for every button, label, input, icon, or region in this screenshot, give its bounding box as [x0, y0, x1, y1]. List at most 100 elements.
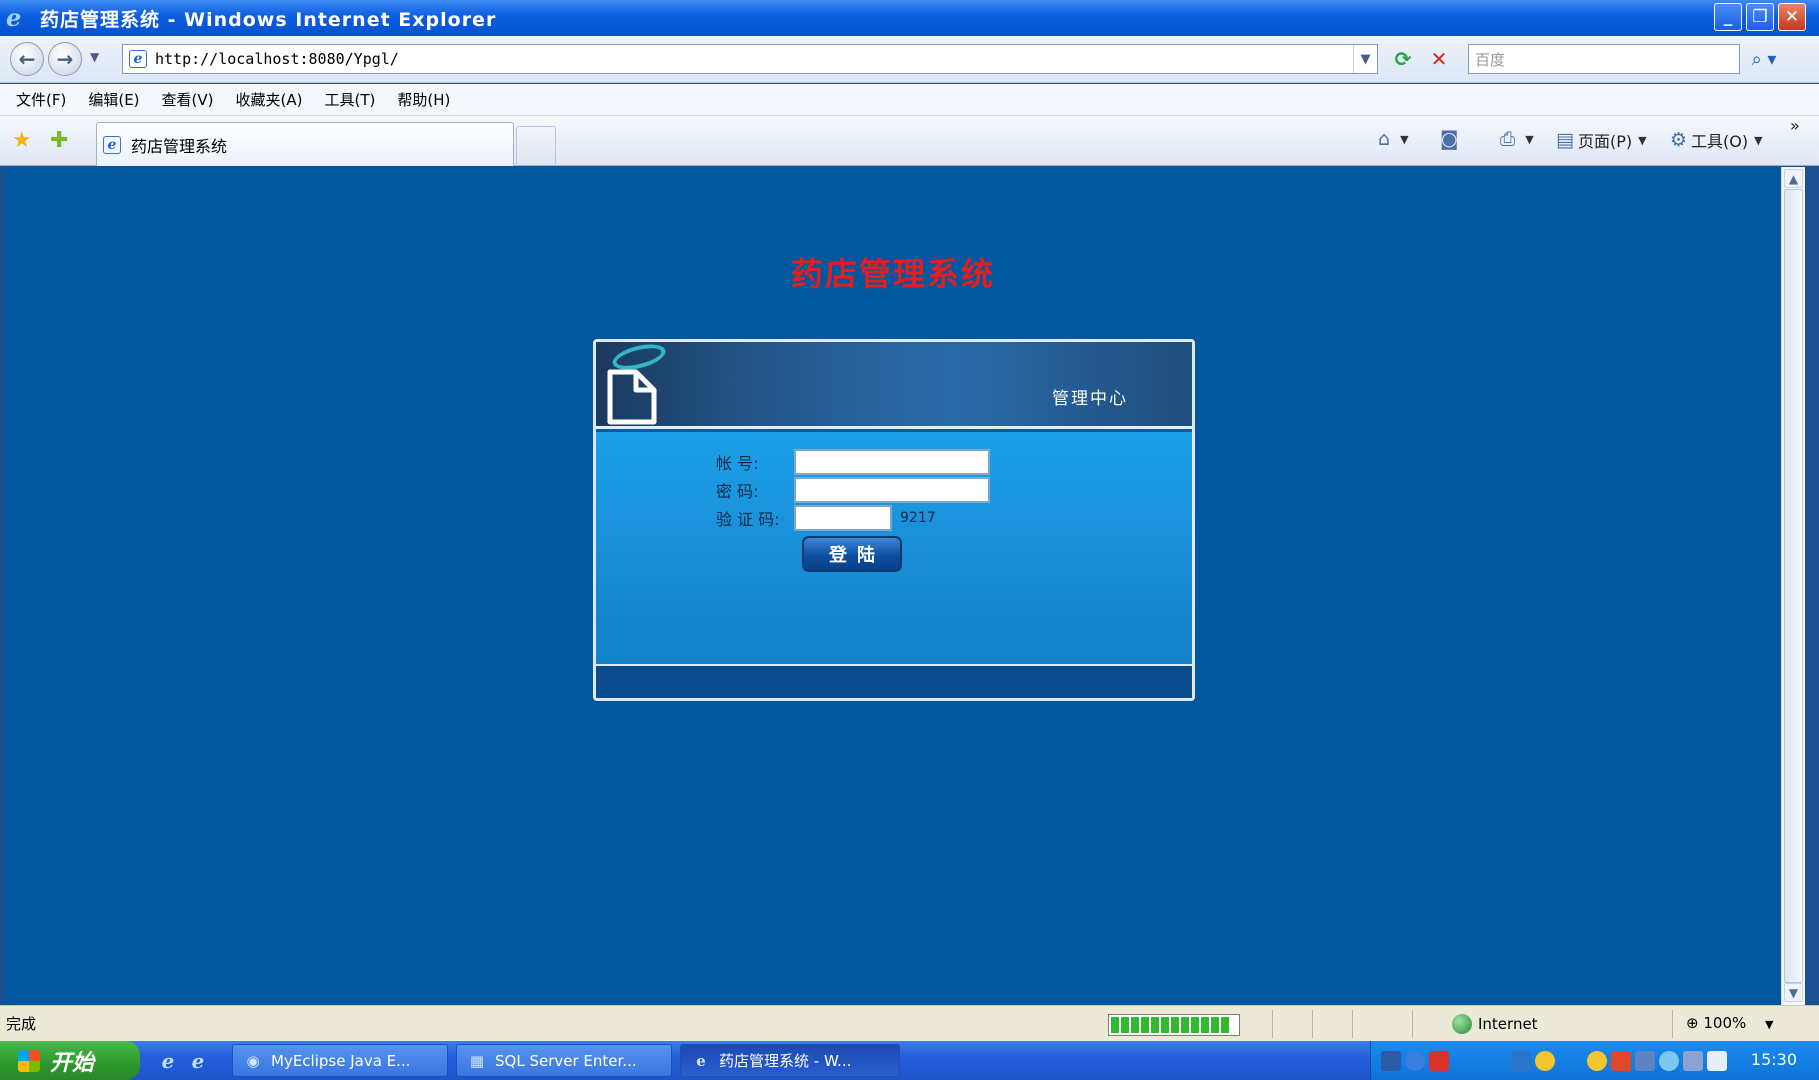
page-menu-icon: ▤	[1556, 129, 1574, 151]
globe-icon	[1452, 1014, 1472, 1034]
task-label: 药店管理系统 - W...	[719, 1052, 852, 1070]
status-divider	[1672, 1010, 1673, 1038]
qq-icon[interactable]	[1535, 1051, 1555, 1071]
zoom-control[interactable]: ⊕ 100% ▼	[1686, 1014, 1774, 1032]
loading-progress	[1108, 1014, 1240, 1036]
search-icon[interactable]: ⌕ ▾	[1742, 44, 1786, 74]
home-button[interactable]: ⌂ ▼	[1378, 128, 1409, 150]
stop-button[interactable]: ✕	[1424, 44, 1454, 74]
task-sql-server[interactable]: ▦ SQL Server Enter...	[456, 1044, 672, 1077]
start-button[interactable]: 开始	[0, 1041, 140, 1080]
status-divider	[1352, 1010, 1353, 1038]
account-label: 帐 号:	[716, 454, 759, 473]
tab-page-icon: e	[103, 135, 121, 154]
menu-file[interactable]: 文件(F)	[16, 89, 66, 110]
scroll-thumb[interactable]	[1784, 189, 1803, 983]
status-divider	[1412, 1010, 1413, 1038]
network-icon[interactable]	[1511, 1051, 1531, 1071]
management-center-label: 管理中心	[1052, 389, 1128, 409]
url-text[interactable]: http://localhost:8080/Ypgl/	[155, 50, 399, 68]
favorites-star-icon[interactable]: ★	[12, 128, 32, 153]
volume-icon[interactable]	[1659, 1051, 1679, 1071]
url-dropdown-icon[interactable]: ▼	[1353, 45, 1377, 73]
menu-help[interactable]: 帮助(H)	[397, 89, 450, 110]
task-ie[interactable]: e 药店管理系统 - W...	[680, 1044, 900, 1077]
status-divider	[1272, 1010, 1273, 1038]
app-tray-icon[interactable]	[1429, 1051, 1449, 1071]
close-button[interactable]: ✕	[1778, 3, 1806, 31]
scroll-up-icon[interactable]: ▲	[1784, 169, 1803, 188]
gear-icon: ⚙	[1670, 129, 1688, 151]
login-form: 帐 号: 密 码: 验 证 码: 9217 登陆	[596, 432, 1192, 664]
zone-label: Internet	[1478, 1015, 1538, 1033]
status-divider	[1312, 1010, 1313, 1038]
refresh-button[interactable]: ⟳	[1388, 44, 1418, 74]
quicklaunch-browser-icon[interactable]: e	[186, 1049, 210, 1073]
ie-icon: e	[696, 1051, 706, 1070]
device-icon[interactable]	[1707, 1051, 1727, 1071]
add-favorite-icon[interactable]: ✚	[50, 128, 68, 153]
window-titlebar: e 药店管理系统 - Windows Internet Explorer _ ❐…	[0, 0, 1819, 36]
security-zone[interactable]: Internet	[1452, 1014, 1538, 1034]
minimize-button[interactable]: _	[1714, 3, 1742, 31]
menu-bar: 文件(F) 编辑(E) 查看(V) 收藏夹(A) 工具(T) 帮助(H)	[0, 84, 1819, 116]
password-label: 密 码:	[716, 482, 759, 501]
system-tray: 15:30	[1370, 1041, 1819, 1080]
forward-button[interactable]: →	[48, 42, 82, 76]
page-menu-button[interactable]: ▤ 页面(P) ▼	[1556, 128, 1647, 152]
scroll-down-icon[interactable]: ▼	[1784, 983, 1803, 1002]
menu-favorites[interactable]: 收藏夹(A)	[236, 89, 303, 110]
task-label: SQL Server Enter...	[495, 1051, 637, 1070]
page-title: 药店管理系统	[790, 255, 995, 293]
quicklaunch-ie-icon[interactable]: e	[156, 1049, 180, 1073]
tools-menu-button[interactable]: ⚙ 工具(O) ▼	[1670, 128, 1763, 152]
clock: 15:30	[1750, 1050, 1797, 1069]
sogou-icon[interactable]	[1611, 1051, 1631, 1071]
window-title: 药店管理系统 - Windows Internet Explorer	[40, 8, 497, 31]
tab-current[interactable]: e 药店管理系统	[96, 122, 514, 166]
login-panel: 管理中心 帐 号: 密 码: 验 证 码: 9217 登陆	[593, 339, 1195, 701]
printer-icon: ⎙	[1500, 128, 1516, 150]
tab-bar: ★ ✚ e 药店管理系统 ⌂ ▼ ◙ ⎙ ▼ ▤ 页面(P) ▼ ⚙ 工具(O) ▼ »	[0, 116, 1819, 166]
menu-tools[interactable]: 工具(T)	[324, 89, 375, 110]
maximize-button[interactable]: ❐	[1746, 3, 1774, 31]
search-input[interactable]: 百度	[1468, 44, 1740, 74]
panel-header: 管理中心	[596, 342, 1192, 429]
menu-edit[interactable]: 编辑(E)	[88, 89, 139, 110]
status-bar: 完成 Internet ⊕ 100% ▼	[0, 1005, 1819, 1041]
status-text: 完成	[6, 1015, 37, 1033]
page-content: 药店管理系统 管理中心 帐 号: 密 码: 验 证 码: 9217 登陆	[5, 167, 1781, 1005]
zoom-icon: ⊕	[1686, 1014, 1699, 1032]
tools-menu-label: 工具(O)	[1691, 132, 1749, 151]
myeclipse-icon: ◉	[246, 1051, 260, 1070]
display-icon[interactable]	[1683, 1051, 1703, 1071]
back-button[interactable]: ←	[10, 42, 44, 76]
home-icon: ⌂	[1378, 128, 1391, 150]
more-commands-icon[interactable]: »	[1790, 116, 1800, 135]
new-tab-button[interactable]	[516, 126, 556, 164]
address-bar: ← → ▼ e http://localhost:8080/Ypgl/ ▼ ⟳ …	[0, 36, 1819, 83]
document-icon	[607, 369, 657, 425]
rss-icon: ◙	[1440, 128, 1459, 150]
print-button[interactable]: ⎙ ▼	[1500, 128, 1534, 150]
account-input[interactable]	[794, 449, 990, 475]
zoom-dropdown-icon[interactable]: ▼	[1765, 1018, 1773, 1031]
back-arrow-icon[interactable]	[1405, 1051, 1425, 1071]
monitor-icon[interactable]	[1635, 1051, 1655, 1071]
keyboard-icon[interactable]	[1381, 1051, 1401, 1071]
captcha-input[interactable]	[794, 505, 892, 531]
tab-label: 药店管理系统	[131, 136, 228, 156]
qq-icon-2[interactable]	[1587, 1051, 1607, 1071]
feeds-button[interactable]: ◙	[1440, 128, 1462, 150]
vertical-scrollbar[interactable]: ▲ ▼	[1781, 167, 1805, 1005]
password-input[interactable]	[794, 477, 990, 503]
task-myeclipse[interactable]: ◉ MyEclipse Java E...	[232, 1044, 448, 1077]
task-label: MyEclipse Java E...	[271, 1051, 411, 1070]
page-icon: e	[129, 50, 147, 68]
ie-logo-icon: e	[6, 3, 22, 32]
menu-view[interactable]: 查看(V)	[162, 89, 214, 110]
history-dropdown-icon[interactable]: ▼	[90, 50, 99, 64]
login-button[interactable]: 登陆	[802, 536, 902, 572]
windows-flag-icon	[18, 1049, 40, 1072]
url-box[interactable]: e http://localhost:8080/Ypgl/ ▼	[122, 44, 1378, 74]
